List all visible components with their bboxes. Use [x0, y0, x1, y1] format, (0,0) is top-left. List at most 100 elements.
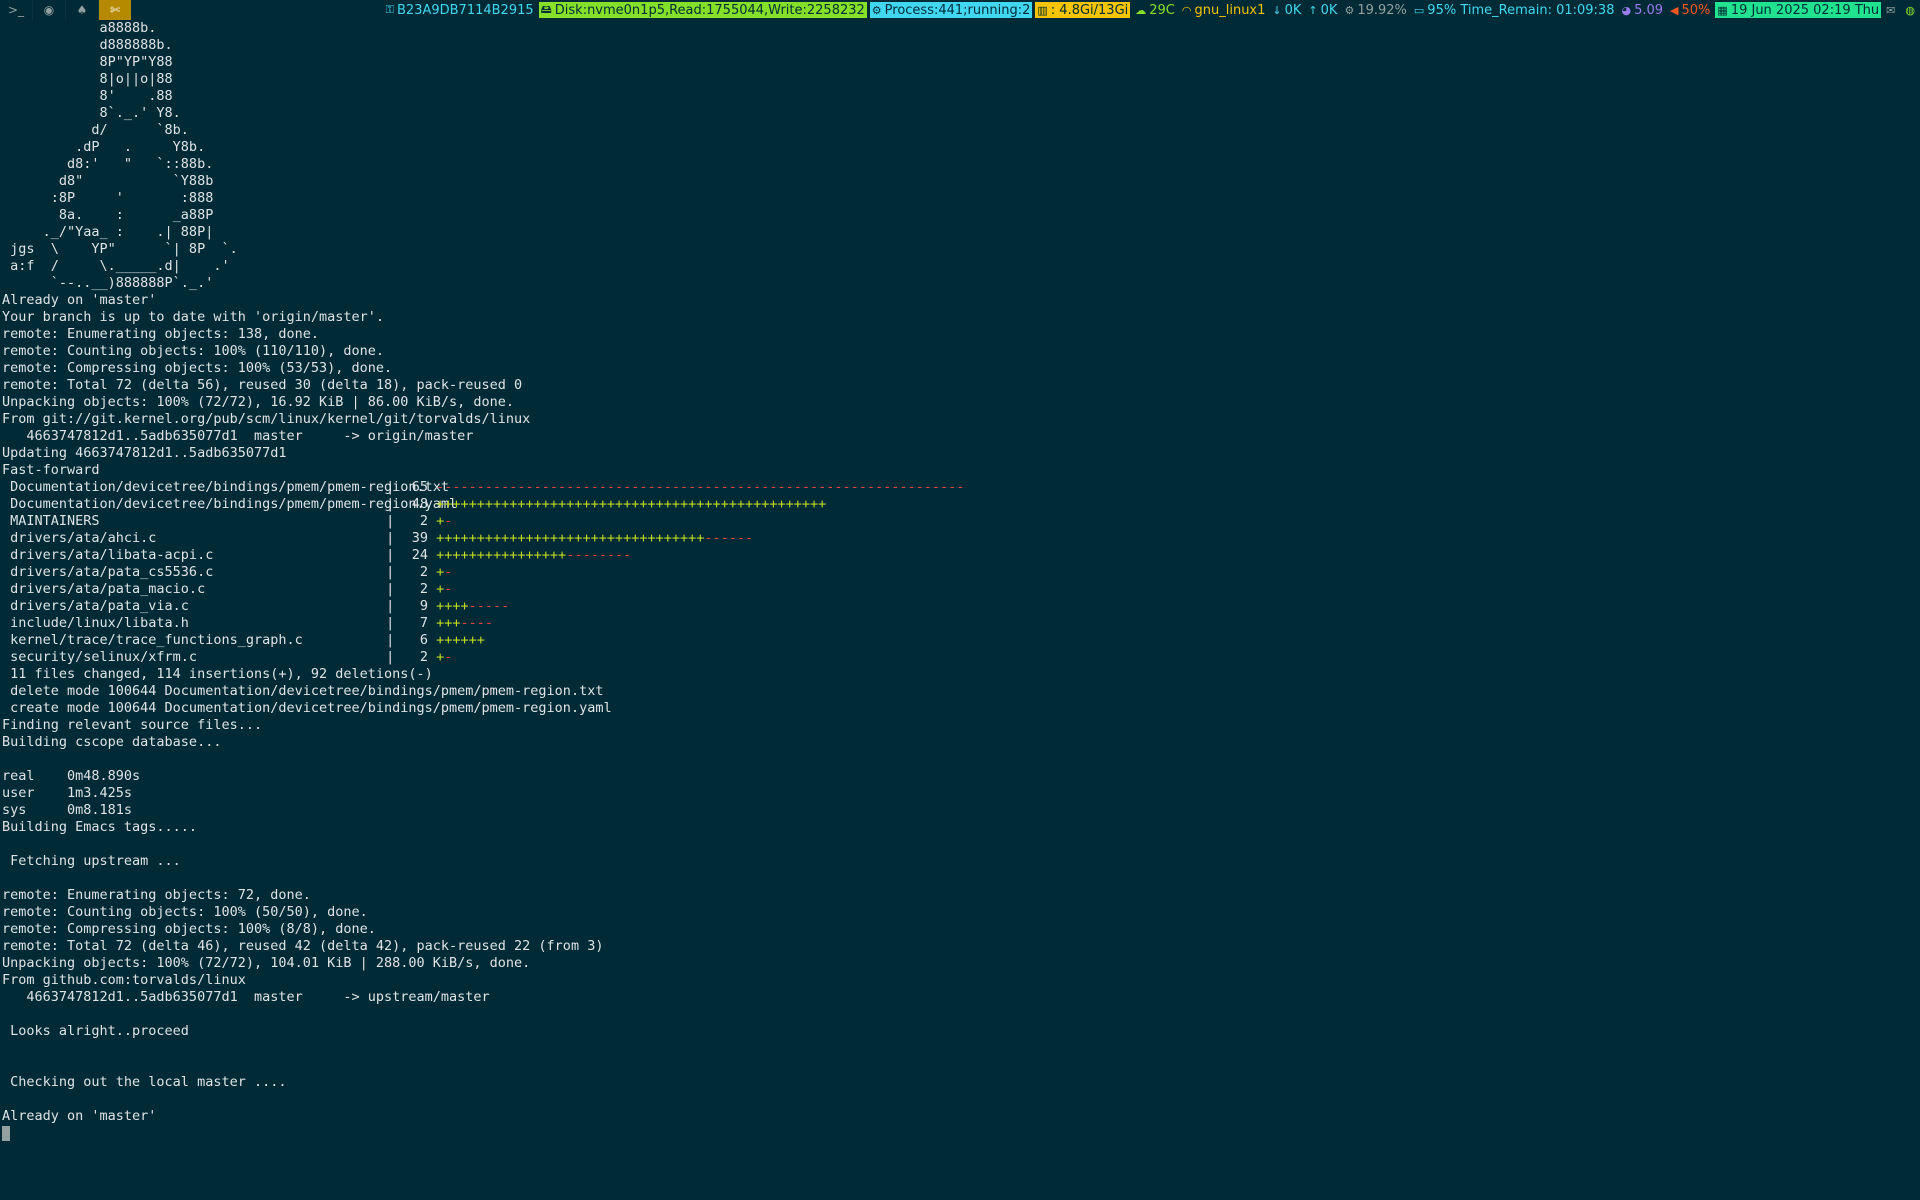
ascii-art-line: d/ `8b. — [2, 122, 189, 138]
diffstat-separator: | — [378, 564, 403, 580]
status-load-text: 5.09 — [1634, 2, 1664, 18]
diffstat-filename: Documentation/devicetree/bindings/pmem/p… — [2, 496, 458, 512]
output-line: remote: Total 72 (delta 56), reused 30 (… — [2, 377, 523, 393]
status-memory[interactable]: ▥: 4.8Gi/13Gi — [1035, 2, 1131, 18]
output-line: From github.com:torvalds/linux — [2, 972, 246, 988]
output-line: Looks alright..proceed — [2, 1023, 189, 1039]
diffstat-insertions: + — [436, 581, 445, 597]
workspace-button[interactable]: ✄ — [99, 0, 131, 20]
ascii-art-line: a:f / \._____.d| .' — [2, 258, 230, 274]
diffstat-table: Documentation/devicetree/bindings/pmem/p… — [2, 479, 1918, 666]
battery-icon: ▭ — [1413, 3, 1425, 17]
diffstat-deletions: -------- — [566, 547, 632, 563]
status-down[interactable]: ↓ 0K — [1270, 2, 1303, 18]
tray-icon: ◍ — [1905, 3, 1915, 17]
diffstat-row: kernel/trace/trace_functions_graph.c | 6… — [2, 632, 1918, 649]
diffstat-insertions: +++ — [436, 615, 461, 631]
status-memory-text: : 4.8Gi/13Gi — [1050, 2, 1129, 18]
status-wifi[interactable]: ◠ gnu_linux1 — [1180, 2, 1268, 18]
prompt-line[interactable] — [2, 1125, 1918, 1142]
status-load[interactable]: ◕ 5.09 — [1619, 2, 1665, 18]
status-temp-text: 29C — [1149, 2, 1175, 18]
status-up[interactable]: ↑ 0K — [1306, 2, 1339, 18]
output-line: 4663747812d1..5adb635077d1 master -> ori… — [2, 428, 474, 444]
status-date[interactable]: ▦ 19 Jun 2025 02:19 Thu — [1715, 2, 1882, 18]
diffstat-gap — [428, 615, 436, 632]
process-icon: ⚙ — [871, 3, 882, 17]
diffstat-separator: | — [378, 632, 403, 648]
diffstat-gap — [428, 598, 436, 615]
temp-icon: ☁ — [1135, 3, 1147, 17]
status-process[interactable]: ⚙ Process:441;running:2 — [869, 2, 1033, 18]
diffstat-separator: | — [378, 598, 403, 614]
status-mail[interactable]: ✉ — [1884, 2, 1900, 18]
status-serial[interactable]: ⚿ B23A9DB7114B2915 — [384, 2, 536, 18]
output-line: remote: Enumerating objects: 72, done. — [2, 887, 311, 903]
ascii-art-line: a8888b. — [2, 20, 157, 36]
diffstat-separator: | — [378, 513, 403, 529]
diffstat-insertions: ++++++++++++++++ — [436, 547, 567, 563]
output-line: remote: Compressing objects: 100% (53/53… — [2, 360, 393, 376]
ascii-art-line: 8`._.' Y8. — [2, 105, 181, 121]
status-disk-text: Disk:nvme0n1p5,Read:1755044,Write:225823… — [554, 2, 865, 18]
output-line: real 0m48.890s — [2, 768, 141, 784]
status-disk[interactable]: 🖴 Disk:nvme0n1p5,Read:1755044,Write:22582… — [538, 2, 867, 18]
status-tray[interactable]: ◍ — [1903, 2, 1920, 18]
diffstat-insertions: ++++ — [436, 598, 469, 614]
diffstat-row: drivers/ata/pata_cs5536.c | 2 + - — [2, 564, 1918, 581]
mail-icon: ✉ — [1886, 3, 1896, 17]
output-line: Building Emacs tags..... — [2, 819, 198, 835]
diffstat-deletions: - — [444, 564, 453, 580]
output-line: Updating 4663747812d1..5adb635077d1 — [2, 445, 287, 461]
ascii-art-line: 8P"YP"Y88 — [2, 54, 173, 70]
diffstat-count: 2 — [419, 649, 428, 665]
diffstat-separator: | — [378, 530, 403, 546]
status-bar: >_ ◉ ♠ ✄ ⚿ B23A9DB7114B2915 🖴 Disk:nvme0n1p5,R… — [0, 0, 1920, 20]
diffstat-filename: drivers/ata/pata_macio.c — [2, 581, 206, 597]
diffstat-deletions: ---- — [460, 615, 494, 631]
output-line: remote: Counting objects: 100% (110/110)… — [2, 343, 385, 359]
workspace-button[interactable]: ◉ — [33, 0, 65, 20]
diffstat-deletions: - — [444, 581, 453, 597]
diffstat-row: drivers/ata/pata_macio.c | 2 + - — [2, 581, 1918, 598]
status-cpu[interactable]: ⚙ 19.92% — [1342, 2, 1408, 18]
diffstat-count: 65 — [411, 479, 428, 495]
git-pull-output: Already on 'master' Your branch is up to … — [2, 292, 1918, 479]
output-line: Fast-forward — [2, 462, 100, 478]
down-icon: ↓ — [1272, 3, 1282, 17]
diffstat-filename: security/selinux/xfrm.c — [2, 649, 198, 665]
serial-icon: ⚿ — [385, 3, 394, 16]
diffstat-filename: kernel/trace/trace_functions_graph.c — [2, 632, 303, 648]
workspace-button[interactable]: >_ — [0, 0, 32, 20]
diffstat-gap — [428, 564, 436, 581]
diffstat-insertions: ++++++++++++++++++++++++++++++++++++++++… — [436, 496, 827, 512]
status-wifi-text: gnu_linux1 — [1194, 2, 1266, 18]
output-line: delete mode 100644 Documentation/devicet… — [2, 683, 604, 699]
diffstat-separator: | — [378, 615, 403, 631]
diffstat-gap — [428, 513, 436, 530]
workspace-switcher: >_ ◉ ♠ ✄ — [0, 0, 131, 20]
diffstat-count: 24 — [411, 547, 428, 563]
diffstat-count: 2 — [419, 581, 428, 597]
output-line: create mode 100644 Documentation/devicet… — [2, 700, 612, 716]
workspace-button[interactable]: ♠ — [66, 0, 98, 20]
diffstat-deletions: ----- — [468, 598, 510, 614]
status-temp[interactable]: ☁ 29C — [1133, 2, 1177, 18]
status-date-text: 19 Jun 2025 02:19 Thu — [1730, 2, 1880, 18]
diffstat-filename: drivers/ata/libata-acpi.c — [2, 547, 214, 563]
diffstat-deletions: - — [444, 649, 453, 665]
diffstat-separator: | — [378, 581, 403, 597]
diffstat-insertions: +++++++++++++++++++++++++++++++++ — [436, 530, 705, 546]
output-line: sys 0m8.181s — [2, 802, 133, 818]
diffstat-count: 39 — [411, 530, 428, 546]
output-line: remote: Total 72 (delta 46), reused 42 (… — [2, 938, 604, 954]
status-volume[interactable]: ◀ 50% — [1668, 2, 1712, 18]
terminal-output[interactable]: a8888b. d888888b. 8P"YP"Y88 8|o||o|88 8'… — [2, 20, 1918, 1195]
status-battery-text: 95% Time_Remain: 01:09:38 — [1427, 2, 1615, 18]
status-battery[interactable]: ▭ 95% Time_Remain: 01:09:38 — [1412, 2, 1617, 18]
